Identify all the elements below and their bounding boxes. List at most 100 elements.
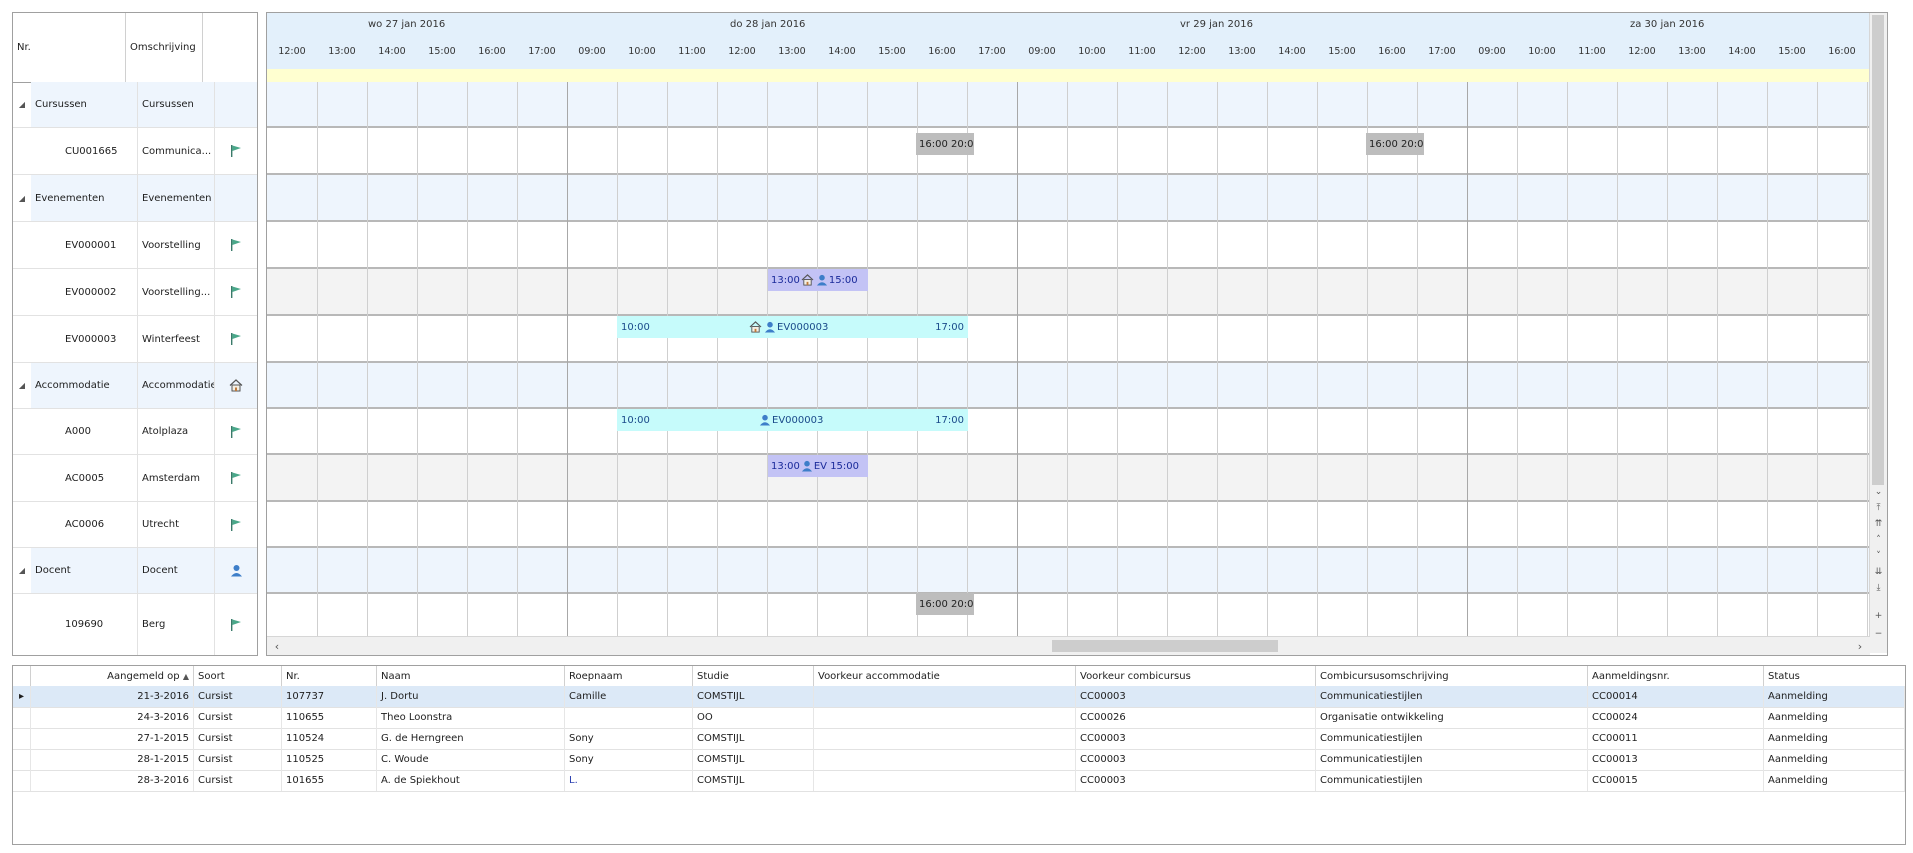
timeline-row[interactable] (267, 316, 1887, 363)
grid-line (767, 82, 768, 653)
table-cell: 28-1-2015 (31, 749, 194, 770)
row-indicator[interactable] (13, 770, 31, 791)
table-row[interactable]: 24-3-2016 Cursist 110655 Theo Loonstra OO CC0… (13, 707, 1905, 729)
scroll-last-icon[interactable]: ⤒ (1870, 501, 1887, 515)
appointment[interactable]: 10:00 EV000003 17:00 (617, 409, 968, 431)
scroll-down-small-icon[interactable]: ˅ (1870, 549, 1887, 563)
column-header[interactable]: Status (1764, 666, 1905, 686)
horizontal-scrollbar[interactable]: ‹ › (267, 636, 1870, 655)
scroll-page-up-icon[interactable]: ⇈ (1870, 517, 1887, 531)
all-day-strip[interactable] (267, 69, 1887, 83)
appointment[interactable]: 13:00 EV 15:00 (768, 455, 868, 477)
column-header[interactable]: Voorkeur combicursus (1076, 666, 1316, 686)
column-header[interactable]: Soort (194, 666, 282, 686)
table-row[interactable]: 28-1-2015 Cursist 110525 C. Woude Sony COMSTI… (13, 749, 1905, 771)
collapse-icon[interactable]: ◢ (13, 175, 31, 221)
row-indicator[interactable] (13, 707, 31, 728)
table-cell: J. Dortu (377, 686, 565, 707)
timeline-row[interactable] (267, 222, 1887, 269)
table-cell: 107737 (282, 686, 377, 707)
table-row[interactable]: ▸ 21-3-2016 Cursist 107737 J. Dortu Camille CO… (13, 686, 1905, 708)
row-indicator[interactable] (13, 749, 31, 770)
column-header-nr[interactable]: Nr. (13, 13, 126, 82)
scrollbar-thumb[interactable] (1872, 15, 1884, 485)
tree-row[interactable]: CU001665 Communica... (13, 128, 257, 175)
collapse-icon[interactable]: ◢ (13, 82, 31, 127)
appointment-end: 17:00 (935, 414, 964, 426)
scroll-up-icon[interactable]: ˄ (1870, 533, 1887, 547)
column-header[interactable]: Aanmeldingsnr. (1588, 666, 1764, 686)
tree-row[interactable]: AC0006 Utrecht (13, 502, 257, 548)
timeline-row[interactable] (267, 175, 1887, 222)
appointment[interactable]: 16:00 20:0 (916, 593, 974, 615)
tree-row-group[interactable]: ◢ Evenementen Evenementen (13, 175, 257, 222)
scroll-page-down-icon[interactable]: ⇊ (1870, 565, 1887, 579)
tree-row-group[interactable]: ◢ Cursussen Cursussen (13, 82, 257, 128)
scroll-left-icon[interactable]: ‹ (269, 637, 285, 655)
scroll-right-icon[interactable]: › (1852, 637, 1868, 655)
tree-row[interactable]: EV000002 Voorstelling... (13, 269, 257, 316)
timeline-row[interactable] (267, 82, 1887, 128)
grid-line (817, 82, 818, 653)
tree-row[interactable]: EV000003 Winterfeest (13, 316, 257, 363)
column-header[interactable]: Voorkeur accommodatie (814, 666, 1076, 686)
collapse-icon[interactable]: ◢ (13, 363, 31, 408)
vertical-scrollbar[interactable]: ⌄ ⤒ ⇈ ˄ ˅ ⇊ ⤓ + − (1869, 13, 1887, 653)
table-cell: CC00015 (1588, 770, 1764, 791)
timeline-row[interactable] (267, 128, 1887, 175)
tree-row[interactable]: 109690 Berg (13, 594, 257, 655)
zoom-out-icon[interactable]: − (1870, 627, 1887, 641)
hour-label: 16:00 (1828, 46, 1856, 57)
tree-row[interactable]: A000 Atolplaza (13, 409, 257, 455)
appointment-text: 16:00 20:0 (1369, 138, 1424, 150)
column-header[interactable]: Naam (377, 666, 565, 686)
grid-line (1717, 82, 1718, 653)
appointment[interactable]: 16:00 20:0 (916, 133, 974, 155)
appointment[interactable]: 13:00 15:00 (768, 269, 868, 291)
timeline-row[interactable] (267, 269, 1887, 316)
column-header[interactable]: Nr. (282, 666, 377, 686)
tree-row-group[interactable]: ◢ Docent Docent (13, 548, 257, 594)
grid-line (1667, 82, 1668, 653)
collapse-icon[interactable]: ◢ (13, 548, 31, 593)
tree-row[interactable]: AC0005 Amsterdam (13, 455, 257, 502)
appointment[interactable]: 16:00 20:0 (1366, 133, 1424, 155)
timeline-row[interactable] (267, 548, 1887, 594)
timeline-row[interactable] (267, 502, 1887, 548)
column-header-omschrijving[interactable]: Omschrijving (126, 13, 203, 82)
hour-label: 15:00 (1778, 46, 1806, 57)
timeline-grid[interactable] (267, 82, 1887, 653)
tree-row-group[interactable]: ◢ Accommodatie Accommodatie (13, 363, 257, 409)
hour-label: 14:00 (1728, 46, 1756, 57)
row-indicator[interactable] (13, 728, 31, 749)
table-cell: Aanmelding (1764, 707, 1905, 728)
tree-cell-nr: EV000002 (53, 269, 138, 315)
timeline-row[interactable] (267, 455, 1887, 502)
table-row[interactable]: 28-3-2016 Cursist 101655 A. de Spiekhout L. C… (13, 770, 1905, 792)
scrollbar-thumb[interactable] (1052, 640, 1278, 652)
column-header[interactable]: Combicursusomschrijving (1316, 666, 1588, 686)
grid-line (1417, 82, 1418, 653)
scroll-down-icon[interactable]: ⌄ (1870, 485, 1887, 499)
column-header[interactable]: Aangemeld op ▲ (31, 666, 194, 686)
table-cell: Aanmelding (1764, 686, 1905, 707)
table-cell: Camille (565, 686, 693, 707)
current-row-indicator-icon[interactable]: ▸ (13, 686, 31, 707)
scroll-first-icon[interactable]: ⤓ (1870, 581, 1887, 595)
flag-icon (215, 316, 257, 362)
appointment[interactable]: 10:00 EV000003 17:00 (617, 316, 968, 338)
table-cell: CC00003 (1076, 770, 1316, 791)
table-cell: 110655 (282, 707, 377, 728)
tree-cell-omschrijving: Berg (138, 594, 215, 655)
appointment-label: EV000003 (772, 414, 824, 426)
zoom-in-icon[interactable]: + (1870, 609, 1887, 623)
timeline-scheduler[interactable]: wo 27 jan 2016 do 28 jan 2016 vr 29 jan … (266, 12, 1888, 656)
column-header[interactable]: Studie (693, 666, 814, 686)
column-header[interactable]: Roepnaam (565, 666, 693, 686)
grid-line (1817, 82, 1818, 653)
table-row[interactable]: 27-1-2015 Cursist 110524 G. de Herngreen Son… (13, 728, 1905, 750)
timeline-row[interactable] (267, 409, 1887, 455)
tree-row[interactable]: EV000001 Voorstelling (13, 222, 257, 269)
row-indicator-header (13, 666, 31, 686)
timeline-row[interactable] (267, 363, 1887, 409)
